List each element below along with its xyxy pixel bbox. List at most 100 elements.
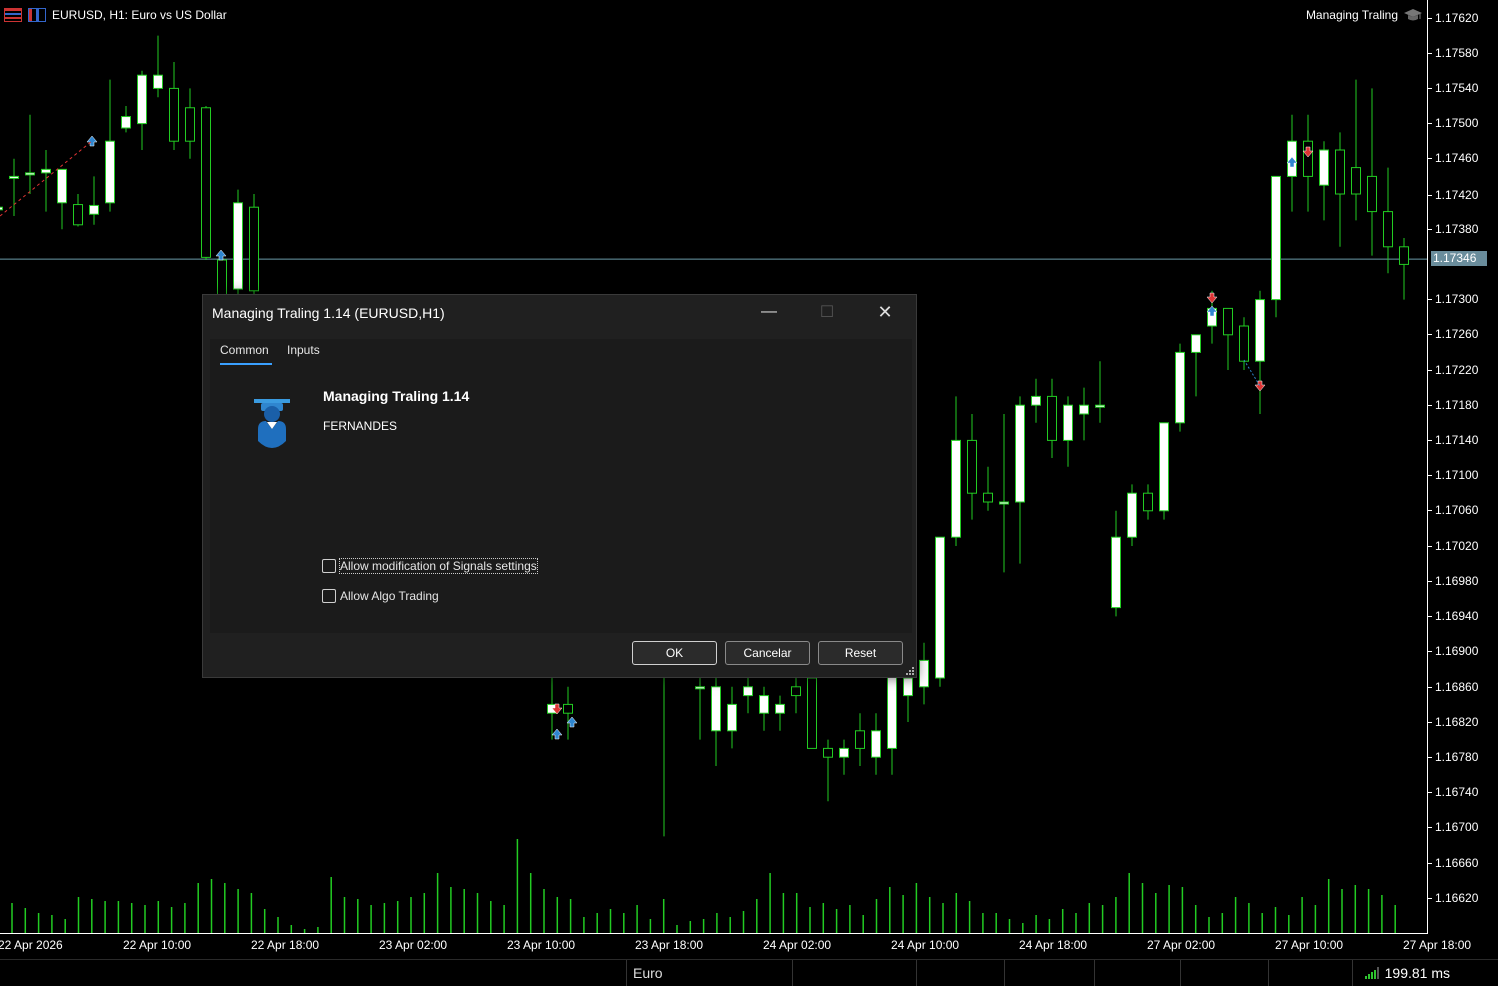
time-label: 22 Apr 2026 [0,938,63,952]
price-label: 1.17140 [1435,433,1479,447]
buy-arrow-icon [551,728,563,740]
tab-inputs[interactable]: Inputs [287,343,320,357]
candle-body [1399,246,1409,265]
time-axis[interactable]: 22 Apr 2026 22 Apr 10:00 22 Apr 18:00 23 Ap… [0,933,1471,960]
candle-body [1383,211,1393,248]
candle-body [743,686,753,697]
one-click-trading-icon[interactable] [4,8,22,22]
sell-arrow-icon [1206,292,1218,304]
ea-label-text: Managing Traling [1305,8,1398,22]
candle-body [89,204,99,215]
candle-body [791,686,801,697]
ping-value: 199.81 ms [1384,965,1450,981]
ea-properties-dialog[interactable]: Managing Traling 1.14 (EURUSD,H1) — ☐ ✕ … [202,294,917,678]
signals-settings-checkbox[interactable] [322,559,336,573]
price-tick [1428,722,1432,723]
price-label: 1.16980 [1435,574,1479,588]
signals-settings-checkbox-row[interactable]: Allow modification of Signals settings [322,558,538,574]
reset-button[interactable]: Reset [818,641,903,665]
price-label: 1.17580 [1435,46,1479,60]
time-label: 22 Apr 18:00 [251,938,320,952]
price-label: 1.16860 [1435,680,1479,694]
candle-body [249,206,259,292]
candle-body [153,74,163,89]
candle-body [1079,404,1089,415]
time-label: 27 Apr 02:00 [1147,938,1216,952]
candle-body [983,492,993,503]
price-label: 1.17260 [1435,327,1479,341]
active-tab-indicator [220,363,272,365]
candle-body [25,172,35,176]
minimize-button[interactable]: — [740,295,798,329]
ok-button[interactable]: OK [632,641,717,665]
price-tick [1428,88,1432,89]
price-tick [1428,510,1432,511]
cancel-button[interactable]: Cancelar [725,641,810,665]
candle-body [1255,299,1265,362]
candle-body [823,747,833,758]
candle-body [903,677,913,697]
candle-body [1127,492,1137,538]
candle-body [855,730,865,749]
candle-body [951,439,961,538]
expert-advisor-label[interactable]: Managing Traling [1306,6,1422,24]
price-label: 1.17220 [1435,363,1479,377]
signals-settings-label[interactable]: Allow modification of Signals settings [339,558,538,574]
price-label: 1.17380 [1435,222,1479,236]
time-label: 24 Apr 18:00 [1019,938,1088,952]
price-tick [1428,616,1432,617]
graduate-icon [254,399,290,448]
algo-trading-label[interactable]: Allow Algo Trading [340,589,439,603]
price-tick [1428,53,1432,54]
price-axis[interactable]: 1.17346 1.17620 1.17580 1.17540 1.17500 1.17… [1427,0,1498,933]
price-label: 1.16820 [1435,715,1479,729]
price-label: 1.17500 [1435,116,1479,130]
maximize-button[interactable]: ☐ [798,295,856,329]
candle-body [999,501,1009,505]
graduation-cap-icon [1404,9,1422,21]
time-label: 22 Apr 10:00 [123,938,192,952]
price-tick [1428,687,1432,688]
profile-name[interactable]: Euro [633,965,663,981]
algo-trading-checkbox-row[interactable]: Allow Algo Trading [322,589,439,603]
dialog-title: Managing Traling 1.14 (EURUSD,H1) [212,305,445,321]
candle-body [775,703,785,714]
price-label: 1.16780 [1435,750,1479,764]
connection-status[interactable]: 199.81 ms [1364,965,1450,981]
price-tick [1428,334,1432,335]
candle-body [1335,149,1345,195]
candle-body [919,659,929,688]
candle-body [695,686,705,690]
chart-trade-icon[interactable] [28,8,46,22]
price-tick [1428,827,1432,828]
candle-body [41,168,51,174]
status-divider [1268,960,1269,986]
price-tick [1428,440,1432,441]
price-tick [1428,405,1432,406]
candle-body [1367,175,1377,213]
price-label: 1.16940 [1435,609,1479,623]
buy-arrow-icon [215,249,227,261]
candle-body [1047,395,1057,441]
price-label: 1.17620 [1435,11,1479,25]
resize-grip-icon[interactable] [905,666,914,675]
candle-body [727,703,737,732]
price-label: 1.16620 [1435,891,1479,905]
algo-trading-checkbox[interactable] [322,589,336,603]
price-label: 1.17300 [1435,292,1479,306]
candle-body [759,695,769,714]
dialog-body: Common Inputs Managing Traling 1.14 FERN… [210,339,912,633]
time-label: 24 Apr 10:00 [891,938,960,952]
candle-body [1111,536,1121,609]
status-divider [792,960,793,986]
candle-body [1271,175,1281,301]
tab-common[interactable]: Common [220,343,269,357]
candle-body [1159,422,1169,512]
close-button[interactable]: ✕ [856,295,914,329]
price-tick [1428,370,1432,371]
price-tick [1428,792,1432,793]
price-tick [1428,651,1432,652]
time-label: 27 Apr 10:00 [1275,938,1344,952]
price-tick [1428,158,1432,159]
candle-body [1303,140,1313,177]
